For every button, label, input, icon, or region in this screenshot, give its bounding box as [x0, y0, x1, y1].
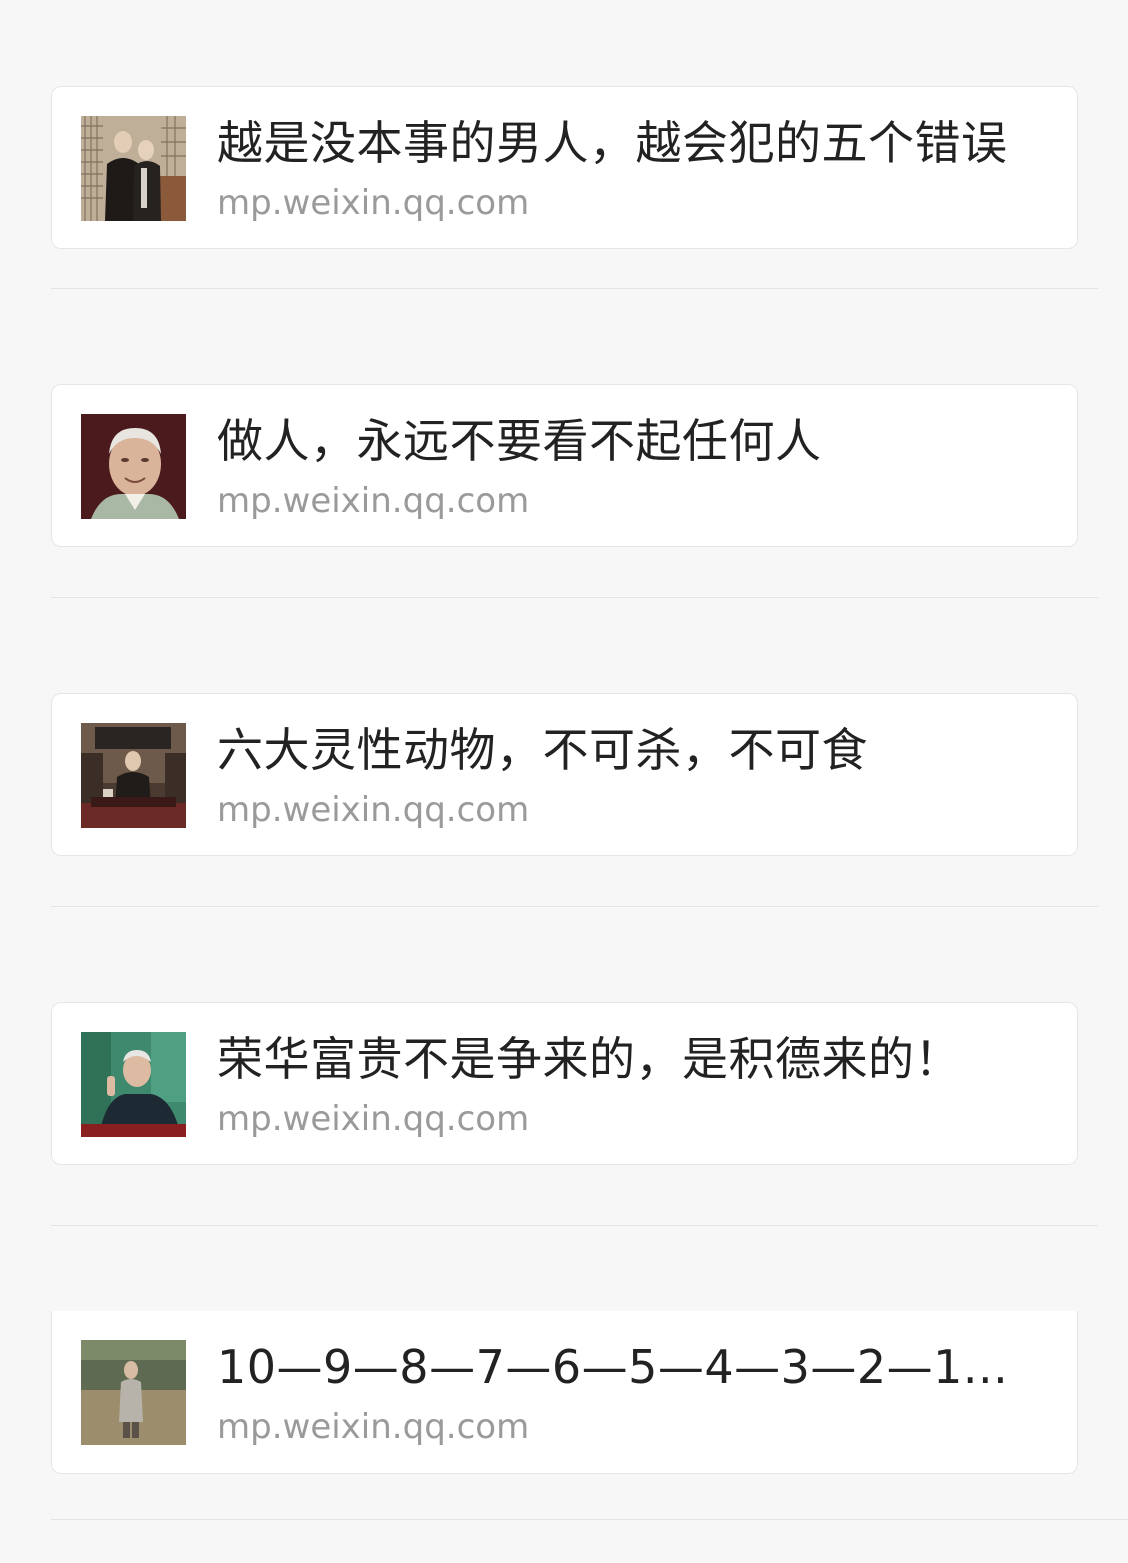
divider: [51, 597, 1098, 598]
article-title: 做人，永远不要看不起任何人: [217, 414, 822, 468]
article-title: 越是没本事的男人，越会犯的五个错误: [217, 116, 1008, 170]
article-title: 10—9—8—7—6—5—4—3—2—1...: [217, 1340, 1009, 1394]
article-thumbnail: [81, 723, 186, 828]
article-title: 荣华富贵不是争来的，是积德来的！: [217, 1032, 961, 1086]
article-card[interactable]: 越是没本事的男人，越会犯的五个错误 mp.weixin.qq.com: [51, 86, 1078, 249]
article-source: mp.weixin.qq.com: [217, 481, 530, 521]
article-list-page: 越是没本事的男人，越会犯的五个错误 mp.weixin.qq.com 做人，永远…: [0, 0, 1128, 1563]
article-source: mp.weixin.qq.com: [217, 1407, 530, 1447]
article-card[interactable]: 荣华富贵不是争来的，是积德来的！ mp.weixin.qq.com: [51, 1002, 1078, 1165]
article-card[interactable]: 10—9—8—7—6—5—4—3—2—1... mp.weixin.qq.com: [51, 1311, 1078, 1474]
article-title: 六大灵性动物，不可杀，不可食: [217, 723, 868, 777]
article-card[interactable]: 做人，永远不要看不起任何人 mp.weixin.qq.com: [51, 384, 1078, 547]
article-thumbnail: [81, 1032, 186, 1137]
photo-two-men-standing-image: [81, 116, 186, 221]
divider: [51, 1225, 1098, 1226]
photo-man-standing-outdoors-image: [81, 1340, 186, 1445]
article-card[interactable]: 六大灵性动物，不可杀，不可食 mp.weixin.qq.com: [51, 693, 1078, 856]
divider: [51, 288, 1098, 289]
article-source: mp.weixin.qq.com: [217, 1099, 530, 1139]
article-thumbnail: [81, 1340, 186, 1445]
article-thumbnail: [81, 414, 186, 519]
divider: [51, 1519, 1128, 1520]
photo-elderly-man-portrait-image: [81, 414, 186, 519]
article-thumbnail: [81, 116, 186, 221]
article-source: mp.weixin.qq.com: [217, 790, 530, 830]
photo-elderly-man-speaking-image: [81, 1032, 186, 1137]
article-source: mp.weixin.qq.com: [217, 183, 530, 223]
divider: [51, 906, 1098, 907]
photo-man-seated-at-table-image: [81, 723, 186, 828]
